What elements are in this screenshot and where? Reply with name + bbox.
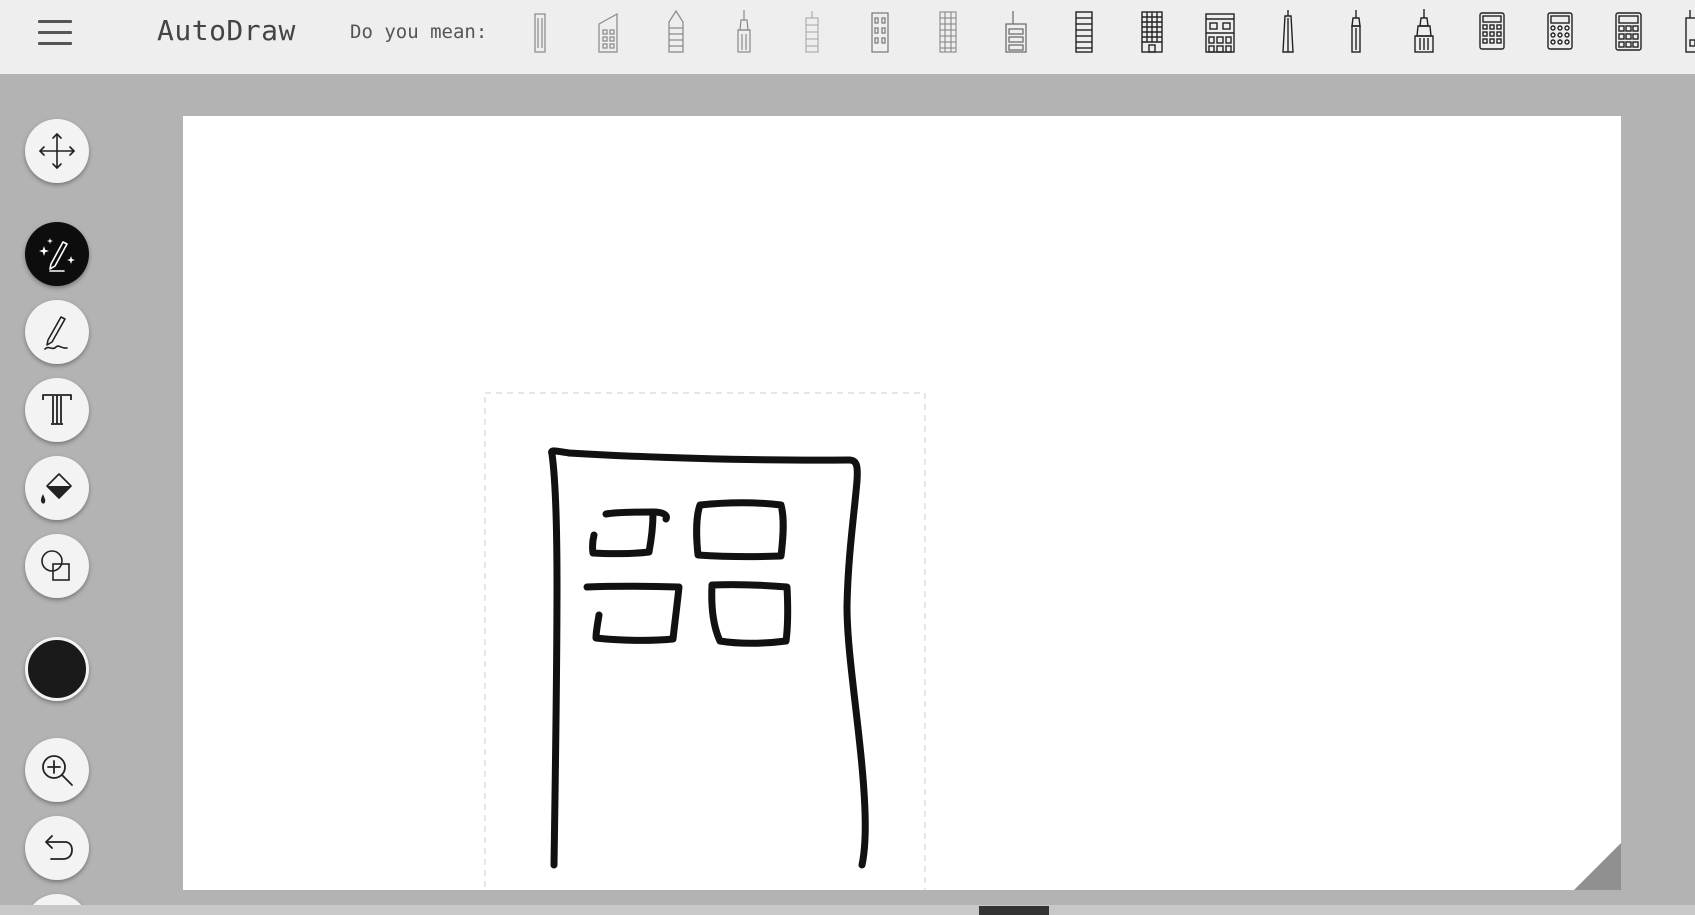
suggestion-spire-skyscraper-icon[interactable] — [716, 6, 772, 56]
zoom-tool-button[interactable] — [25, 738, 89, 802]
autodraw-sparkle-pencil-icon — [39, 238, 75, 272]
text-icon — [42, 394, 72, 425]
horizontal-scrollbar-thumb[interactable] — [979, 906, 1049, 915]
suggestion-window-block-building-icon[interactable] — [852, 6, 908, 56]
sketch-layer — [484, 392, 1621, 890]
draw-tool-button[interactable] — [25, 300, 89, 364]
suggestion-striped-tower-icon[interactable] — [1056, 6, 1112, 56]
resize-corner-handle[interactable] — [1574, 843, 1621, 890]
pencil-icon — [44, 316, 68, 350]
suggestion-gridded-tower-icon[interactable] — [920, 6, 976, 56]
suggestion-antenna-building-icon[interactable] — [988, 6, 1044, 56]
paint-bucket-icon — [40, 473, 72, 504]
horizontal-scrollbar[interactable] — [0, 905, 1695, 915]
color-picker-swatch[interactable] — [25, 637, 89, 701]
hamburger-menu-icon[interactable] — [34, 12, 76, 54]
shape-tool-button[interactable] — [25, 534, 89, 598]
type-tool-button[interactable] — [25, 378, 89, 442]
suggestion-glass-tower-icon[interactable] — [648, 6, 704, 56]
suggestion-shop-building-icon[interactable] — [1192, 6, 1248, 56]
suggestion-obelisk-tower-icon[interactable] — [1260, 6, 1316, 56]
top-bar: AutoDraw Do you mean: — [0, 0, 1695, 74]
suggestion-desk-calculator-icon[interactable] — [1600, 6, 1656, 56]
move-tool-button[interactable] — [25, 119, 89, 183]
shapes-icon — [41, 550, 70, 581]
fill-tool-button[interactable] — [25, 456, 89, 520]
suggestion-calculator-icon[interactable] — [1464, 6, 1520, 56]
drawing-canvas[interactable] — [183, 116, 1621, 890]
suggestion-tall-skyscraper-icon[interactable] — [512, 6, 568, 56]
zoom-in-icon — [42, 755, 73, 786]
undo-icon — [45, 835, 73, 860]
suggestions-label: Do you mean: — [350, 21, 488, 43]
suggestion-needle-tower-icon[interactable] — [1328, 6, 1384, 56]
suggestion-partial-building-icon[interactable] — [1668, 6, 1695, 56]
autodraw-tool-button[interactable] — [25, 222, 89, 286]
undo-tool-button[interactable] — [25, 816, 89, 880]
app-title: AutoDraw — [157, 14, 296, 47]
suggestion-dense-window-building-icon[interactable] — [1124, 6, 1180, 56]
move-arrows-icon — [39, 133, 75, 169]
user-sketch-building[interactable] — [548, 447, 869, 869]
suggestion-angled-office-building-icon[interactable] — [580, 6, 636, 56]
suggestion-round-button-calculator-icon[interactable] — [1532, 6, 1588, 56]
suggestion-strip — [512, 6, 1695, 56]
suggestion-empire-state-building-icon[interactable] — [1396, 6, 1452, 56]
suggestion-thin-tower-icon[interactable] — [784, 6, 840, 56]
